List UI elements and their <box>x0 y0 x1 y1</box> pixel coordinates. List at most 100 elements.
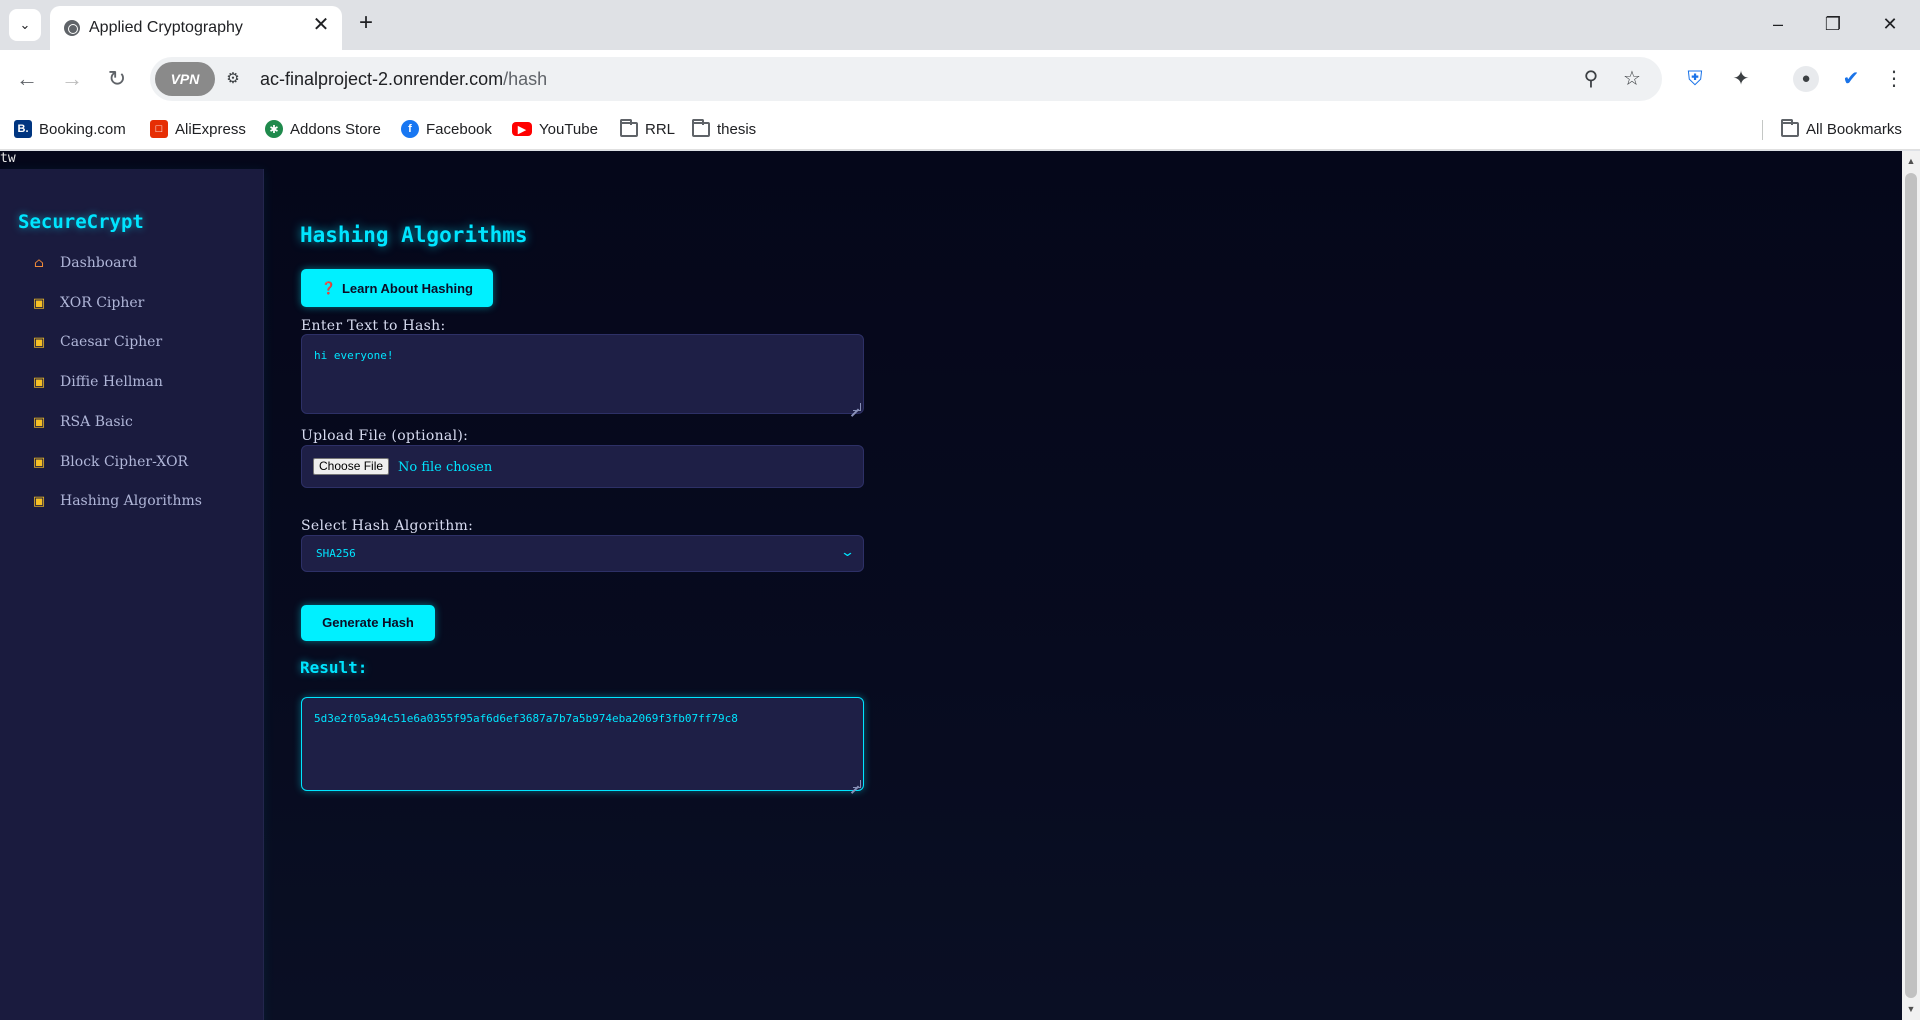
selected-algorithm: SHA256 <box>316 547 356 560</box>
sidebar-item-diffie-hellman[interactable]: ▣ Diffie Hellman <box>32 370 163 394</box>
result-hash-value: 5d3e2f05a94c51e6a0355f95af6d6ef3687a7b7a… <box>314 712 738 725</box>
page-title: Hashing Algorithms <box>300 223 528 247</box>
globe-icon <box>64 20 80 36</box>
generate-hash-button[interactable]: Generate Hash <box>301 605 435 641</box>
lock-icon: ▣ <box>32 454 46 470</box>
scroll-down-icon[interactable]: ▼ <box>1906 1004 1916 1014</box>
all-bookmarks[interactable]: All Bookmarks <box>1781 116 1902 142</box>
file-status-text: No file chosen <box>398 460 493 475</box>
tab-search-button[interactable]: ⌄ <box>9 9 41 41</box>
menu-icon[interactable]: ⋮ <box>1879 64 1909 94</box>
resize-grip-icon[interactable] <box>853 780 861 788</box>
url-host: ac-finalproject-2.onrender.com <box>260 69 504 89</box>
sidebar-item-hashing-algorithms[interactable]: ▣ Hashing Algorithms <box>32 489 202 513</box>
bookmark-label: RRL <box>645 120 676 138</box>
address-bar[interactable]: VPN ⚙ ac-finalproject-2.onrender.com/has… <box>150 57 1662 101</box>
choose-file-button[interactable]: Choose File <box>313 458 390 475</box>
browser-tab-active[interactable]: Applied Cryptography ✕ <box>50 6 342 50</box>
file-upload-field: Choose File No file chosen <box>301 445 864 488</box>
bookmark-facebook[interactable]: f Facebook <box>401 116 492 142</box>
sidebar-item-caesar-cipher[interactable]: ▣ Caesar Cipher <box>32 330 162 354</box>
sidebar-item-label: Caesar Cipher <box>60 334 163 350</box>
sidebar-item-label: Dashboard <box>60 255 138 271</box>
url-path: /hash <box>503 69 548 89</box>
bookmark-folder-thesis[interactable]: thesis <box>692 116 756 142</box>
folder-icon <box>1781 118 1799 137</box>
scrollbar-thumb[interactable] <box>1905 173 1917 998</box>
bookmark-star-icon[interactable]: ☆ <box>1619 66 1645 92</box>
sidebar-item-block-cipher-xor[interactable]: ▣ Block Cipher-XOR <box>32 450 188 474</box>
tab-strip: ⌄ Applied Cryptography ✕ + – ❐ ✕ <box>0 0 1920 50</box>
restore-icon[interactable]: ❐ <box>1813 8 1853 40</box>
back-icon[interactable]: ← <box>11 63 43 95</box>
house-icon: ⌂ <box>34 255 44 271</box>
close-icon[interactable]: ✕ <box>310 14 332 36</box>
bookmark-label: AliExpress <box>175 120 246 138</box>
sidebar-item-dashboard[interactable]: ⌂ Dashboard <box>32 251 137 275</box>
facebook-icon: f <box>401 120 419 138</box>
chevron-down-icon: ⌄ <box>839 544 856 559</box>
result-output[interactable]: 5d3e2f05a94c51e6a0355f95af6d6ef3687a7b7a… <box>301 697 864 791</box>
browser-toolbar: ← → ↻ VPN ⚙ ac-finalproject-2.onrender.c… <box>0 50 1920 108</box>
bookmarks-divider <box>1762 120 1763 140</box>
minimize-icon[interactable]: – <box>1758 8 1798 40</box>
vpn-icon[interactable]: VPN <box>155 62 215 96</box>
youtube-icon: ▶ <box>512 122 532 136</box>
bookmark-label: YouTube <box>539 120 598 138</box>
sidebar-item-rsa-basic[interactable]: ▣ RSA Basic <box>32 410 133 434</box>
sidebar-item-xor-cipher[interactable]: ▣ XOR Cipher <box>32 291 145 315</box>
sidebar-item-label: XOR Cipher <box>60 295 145 311</box>
zoom-icon[interactable]: ⚲ <box>1578 66 1604 92</box>
window-close-icon[interactable]: ✕ <box>1870 8 1910 40</box>
bookmark-label: Facebook <box>426 120 492 138</box>
hash-algorithm-select[interactable]: SHA256 ⌄ <box>301 535 864 572</box>
booking-icon: B. <box>14 120 32 138</box>
page-viewport: tw SecureCrypt ⌂ Dashboard ▣ XOR Cipher … <box>0 151 1902 1020</box>
bookmark-booking[interactable]: B. Booking.com <box>14 116 126 142</box>
addons-store-icon: ✱ <box>265 120 283 138</box>
lock-icon: ▣ <box>32 295 46 311</box>
page-scrollbar[interactable]: ▲ ▼ <box>1902 151 1920 1020</box>
sidebar-item-label: Block Cipher-XOR <box>60 454 189 470</box>
shield-extension-icon[interactable]: ✔ <box>1836 64 1866 94</box>
brand-logo[interactable]: SecureCrypt <box>18 211 144 233</box>
bookmark-label: thesis <box>717 120 757 138</box>
lock-icon: ▣ <box>32 334 46 350</box>
bookmark-youtube[interactable]: ▶ YouTube <box>512 116 598 142</box>
sidebar: SecureCrypt ⌂ Dashboard ▣ XOR Cipher ▣ C… <box>0 169 264 1020</box>
bookmark-addons-store[interactable]: ✱ Addons Store <box>265 116 381 142</box>
sidebar-item-label: Hashing Algorithms <box>60 493 202 509</box>
lock-icon: ▣ <box>32 493 46 509</box>
stray-text: tw <box>0 151 16 166</box>
reload-icon[interactable]: ↻ <box>101 63 133 95</box>
folder-icon <box>692 118 710 137</box>
file-upload-label: Upload File (optional): <box>301 428 469 444</box>
bookmarks-bar: B. Booking.com □ AliExpress ✱ Addons Sto… <box>0 108 1920 150</box>
text-input-label: Enter Text to Hash: <box>301 318 446 334</box>
folder-icon <box>620 118 638 137</box>
extensions-icon[interactable]: ✦ <box>1726 64 1756 94</box>
algorithm-select-label: Select Hash Algorithm: <box>301 518 474 534</box>
learn-about-hashing-button[interactable]: ❓ Learn About Hashing <box>301 269 493 307</box>
forward-icon[interactable]: → <box>56 63 88 95</box>
result-label: Result: <box>300 658 368 677</box>
chevron-down-icon: ⌄ <box>19 17 31 32</box>
bookmark-folder-rrl[interactable]: RRL <box>620 116 675 142</box>
question-icon: ❓ <box>321 281 336 295</box>
tab-title: Applied Cryptography <box>89 19 243 36</box>
profile-icon[interactable]: ● <box>1793 66 1819 92</box>
lock-icon: ▣ <box>32 414 46 430</box>
bookmark-aliexpress[interactable]: □ AliExpress <box>150 116 246 142</box>
sidebar-item-label: Diffie Hellman <box>60 374 163 390</box>
lock-icon: ▣ <box>32 374 46 390</box>
scroll-up-icon[interactable]: ▲ <box>1906 156 1916 166</box>
url-text[interactable]: ac-finalproject-2.onrender.com/hash <box>260 69 547 90</box>
text-to-hash-value: hi everyone! <box>314 349 394 362</box>
resize-grip-icon[interactable] <box>853 403 861 411</box>
text-to-hash-input[interactable]: hi everyone! <box>301 334 864 414</box>
sidebar-item-label: RSA Basic <box>60 414 133 430</box>
aliexpress-icon: □ <box>150 120 168 138</box>
new-tab-button[interactable]: + <box>352 10 380 38</box>
site-info-icon[interactable]: ⚙ <box>222 68 244 90</box>
password-manager-icon[interactable]: ⛨ <box>1680 64 1710 94</box>
